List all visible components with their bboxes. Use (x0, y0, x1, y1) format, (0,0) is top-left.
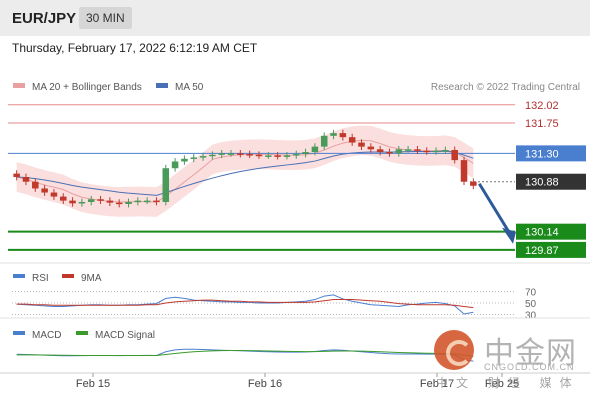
legend-label-9ma: 9MA (81, 273, 102, 284)
candle-body (274, 155, 281, 157)
candle-body (106, 200, 114, 203)
credit-text: Research © 2022 Trading Central (431, 82, 580, 93)
candle-body (218, 153, 225, 155)
time-label: Feb 15 (76, 378, 110, 390)
legend-label-ma20: MA 20 + Bollinger Bands (32, 82, 142, 93)
legend-swatch-rsi (13, 274, 25, 278)
candle-body (97, 199, 104, 201)
level-label-131.30: 131.30 (525, 148, 559, 160)
candle-body (59, 196, 67, 201)
legend-swatch-macd (13, 331, 25, 335)
candle-body (470, 181, 477, 186)
rsi-level-label-50: 50 (525, 299, 537, 310)
candle-body (87, 199, 95, 202)
candle-body (386, 152, 393, 154)
candle-body (348, 137, 356, 143)
candle-body (78, 201, 86, 204)
candle-body (255, 154, 263, 157)
candle-body (237, 153, 244, 155)
legend-swatch-ma20 (13, 83, 25, 88)
candle-body (320, 135, 328, 147)
candle-body (376, 149, 384, 153)
legend-swatch-ma50 (156, 83, 168, 88)
candle-body (358, 142, 365, 147)
candle-body (395, 149, 403, 154)
rsi-level-label-30: 30 (525, 311, 537, 322)
candle-body (41, 188, 48, 193)
candle-body (22, 177, 30, 182)
level-label-132.02: 132.02 (525, 100, 559, 112)
candle-body (227, 153, 235, 155)
cngold-logo-icon (434, 330, 474, 370)
time-label: Feb 16 (248, 378, 282, 390)
level-label-129.87: 129.87 (525, 245, 559, 257)
candle-body (125, 201, 132, 204)
legend-swatch-9ma (62, 274, 74, 278)
legend-label-rsi: RSI (32, 273, 49, 284)
candle-body (50, 192, 58, 197)
candle-body (283, 155, 291, 157)
candle-body (199, 156, 207, 158)
candle-body (265, 155, 272, 157)
candle-body (162, 168, 170, 202)
candle-body (115, 202, 123, 205)
candle-body (171, 161, 179, 169)
candle-body (367, 146, 375, 150)
level-label-130.14: 130.14 (525, 227, 559, 239)
candle-body (69, 200, 76, 204)
forecast-arrowhead (502, 227, 516, 244)
candle-body (423, 150, 431, 153)
candle-body (153, 200, 160, 203)
rsi-ma9-line (16, 299, 474, 309)
candle-body (404, 149, 412, 151)
candle-body (442, 150, 449, 152)
candle-body (451, 150, 458, 161)
level-label-131.75: 131.75 (525, 118, 559, 130)
forecast-arrow (478, 182, 512, 235)
watermark: 中金网 CNGOLD.COM.CN 中文 财经 媒体 (430, 328, 590, 392)
candle-body (134, 200, 142, 203)
rsi-level-label-70: 70 (525, 287, 537, 298)
candle-body (190, 157, 198, 159)
candle-body (432, 150, 440, 153)
legend-swatch-macd-signal (76, 331, 88, 335)
legend-label-ma50: MA 50 (175, 82, 204, 93)
candle-body (330, 133, 337, 136)
candle-body (143, 200, 151, 203)
level-label-130.88: 130.88 (525, 177, 559, 189)
candle-body (32, 181, 39, 189)
candle-body (339, 133, 347, 138)
candle-body (13, 173, 20, 177)
candle-body (292, 154, 300, 156)
watermark-url: CNGOLD.COM.CN (484, 362, 575, 372)
candle-body (311, 146, 319, 153)
legend-label-macd: MACD (32, 330, 61, 341)
candle-body (414, 149, 421, 151)
candle-body (246, 154, 253, 156)
watermark-subtitle: 中文 财经 媒体 (436, 376, 580, 390)
candle-body (209, 154, 216, 157)
legend-label-macd-signal: MACD Signal (95, 330, 155, 341)
candle-body (302, 152, 309, 155)
candle-body (460, 160, 468, 182)
candle-body (181, 158, 188, 162)
